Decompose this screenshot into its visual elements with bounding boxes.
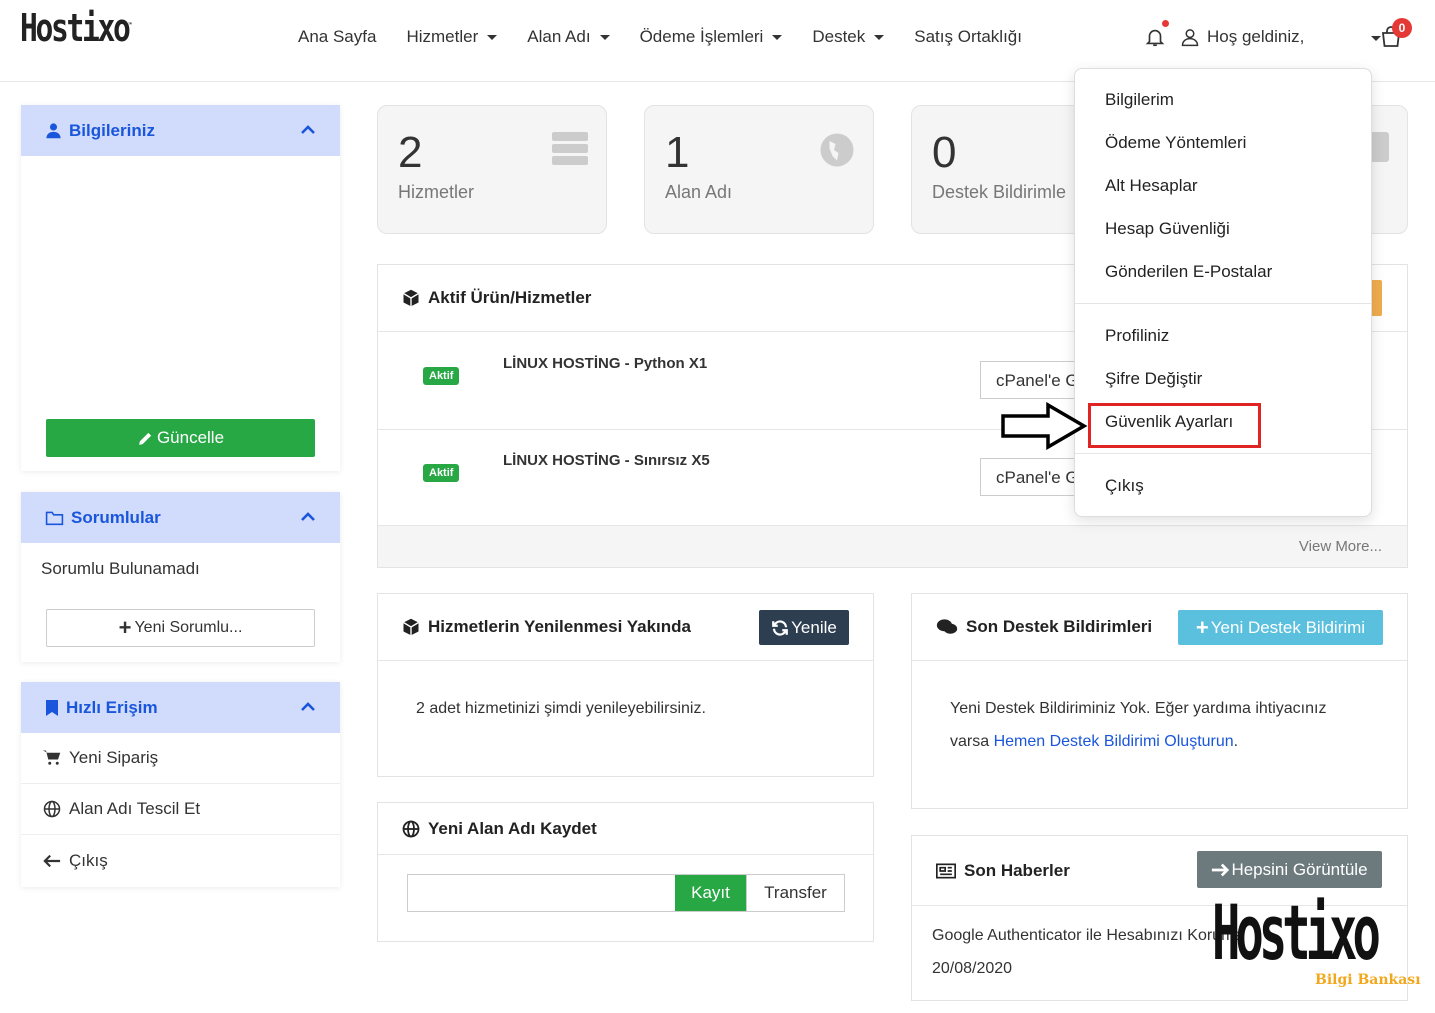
quick-access-panel: Hızlı Erişim Yeni Sipariş Alan Adı Tesci… [21, 682, 340, 887]
domain-input[interactable] [408, 875, 675, 911]
cart-count-badge: 0 [1392, 18, 1412, 38]
highlight-box [1088, 403, 1261, 448]
plus-icon: + [1195, 614, 1209, 640]
info-panel-title: Bilgileriniz [69, 120, 155, 140]
cube-icon [402, 289, 420, 307]
caret-down-icon [874, 34, 885, 40]
nav-item-services[interactable]: Hizmetler [406, 27, 498, 47]
quick-access-title: Hızlı Erişim [66, 697, 158, 717]
tickets-text: Yeni Destek Bildiriminiz Yok. Eğer yardı… [950, 700, 1327, 750]
stat-label: Alan Adı [665, 182, 733, 202]
tickets-box: Son Destek Bildirimleri + Yeni Destek Bil… [911, 593, 1408, 809]
caret-down-icon [599, 34, 610, 40]
newspaper-icon [936, 863, 956, 879]
nav-item-affiliate[interactable]: Satış Ortaklığı [914, 27, 1022, 47]
menu-divider [1075, 303, 1371, 304]
menu-item-sub-accounts[interactable]: Alt Hesaplar [1105, 176, 1198, 196]
bookmark-icon [45, 699, 59, 717]
domain-register-header: Yeni Alan Adı Kaydet [378, 803, 873, 855]
cube-icon [402, 618, 420, 636]
folder-icon [45, 510, 64, 526]
contacts-empty-text: Sorumlu Bulunamadı [41, 559, 200, 578]
new-contact-button[interactable]: + Yeni Sorumlu... [46, 609, 315, 647]
globe-icon [402, 820, 420, 838]
brand-logo[interactable]: Hostixo™ [20, 6, 132, 50]
nav-item-home[interactable]: Ana Sayfa [298, 27, 376, 47]
menu-divider [1075, 453, 1371, 454]
new-ticket-button[interactable]: + Yeni Destek Bildirimi [1178, 610, 1383, 645]
pencil-icon [139, 432, 152, 445]
caret-down-icon [772, 34, 783, 40]
chevron-up-icon[interactable] [300, 123, 316, 135]
user-icon [45, 122, 62, 139]
domain-register-box: Yeni Alan Adı Kaydet Kayıt Transfer [377, 802, 874, 942]
bell-icon[interactable] [1144, 26, 1166, 48]
globe-icon [820, 133, 854, 167]
globe-icon [43, 800, 61, 818]
domain-search-group: Kayıt Transfer [407, 874, 845, 912]
news-item-title[interactable]: Google Authenticator ile Hesabınızı Koru… [932, 919, 1243, 952]
info-panel: Bilgileriniz Güncelle [21, 105, 340, 471]
chevron-up-icon[interactable] [300, 700, 316, 712]
quick-item-new-order[interactable]: Yeni Sipariş [21, 733, 340, 784]
quick-item-logout[interactable]: Çıkış [21, 835, 340, 886]
user-menu-toggle[interactable]: Hoş geldiniz, [1180, 27, 1304, 47]
menu-item-profile[interactable]: Profiliniz [1105, 326, 1169, 346]
user-dropdown-menu: Bilgilerim Ödeme Yöntemleri Alt Hesaplar… [1074, 68, 1372, 517]
chevron-up-icon[interactable] [300, 510, 316, 522]
menu-item-change-password[interactable]: Şifre Değiştir [1105, 369, 1202, 389]
renewals-text: 2 adet hizmetinizi şimdi yenileyebilirsi… [416, 700, 706, 717]
menu-item-payment-methods[interactable]: Ödeme Yöntemleri [1105, 133, 1246, 153]
notification-dot [1162, 20, 1169, 27]
create-ticket-link[interactable]: Hemen Destek Bildirimi Oluşturun [994, 733, 1234, 750]
contacts-panel-header[interactable]: Sorumlular [21, 492, 340, 543]
welcome-text: Hoş geldiniz, [1207, 27, 1305, 46]
menu-item-sent-emails[interactable]: Gönderilen E-Postalar [1105, 262, 1272, 282]
cart-icon [43, 749, 61, 767]
menu-item-my-info[interactable]: Bilgilerim [1105, 90, 1174, 110]
contacts-panel: Sorumlular Sorumlu Bulunamadı + Yeni Soru… [21, 492, 340, 662]
register-domain-button[interactable]: Kayıt [675, 875, 746, 911]
transfer-domain-button[interactable]: Transfer [746, 875, 844, 911]
menu-item-logout[interactable]: Çıkış [1105, 476, 1144, 496]
pointer-arrow-icon [1001, 402, 1088, 450]
renewals-box: Hizmetlerin Yenilenmesi Yakında Yenile 2… [377, 593, 874, 777]
service-name[interactable]: LİNUX HOSTİNG - Python X1 [503, 355, 707, 372]
stat-value: 1 [665, 128, 690, 177]
contacts-panel-title: Sorumlular [71, 507, 161, 527]
caret-down-icon [487, 34, 498, 40]
nav-item-domains[interactable]: Alan Adı [527, 27, 610, 47]
quick-access-header[interactable]: Hızlı Erişim [21, 682, 340, 733]
stat-label: Destek Bildirimle [932, 182, 1067, 202]
user-icon [1181, 29, 1199, 47]
stat-value: 2 [398, 128, 423, 177]
view-all-news-button[interactable]: Hepsini Görüntüle [1197, 851, 1382, 888]
view-more-link[interactable]: View More... [378, 525, 1407, 567]
main-nav: Ana Sayfa Hizmetler Alan Adı Ödeme İşlem… [298, 27, 1052, 47]
refresh-icon [772, 619, 789, 636]
menu-item-account-security[interactable]: Hesap Güvenliği [1105, 219, 1230, 239]
watermark-subtitle: Bilgi Bankası [1315, 972, 1421, 988]
quick-item-register-domain[interactable]: Alan Adı Tescil Et [21, 784, 340, 835]
nav-item-billing[interactable]: Ödeme İşlemleri [640, 27, 783, 47]
server-icon [552, 132, 588, 165]
watermark-logo: Hostixo [1212, 888, 1381, 977]
service-name[interactable]: LİNUX HOSTİNG - Sınırsız X5 [503, 452, 710, 469]
comments-icon [936, 618, 958, 636]
arrow-right-icon [1212, 863, 1230, 876]
status-badge: Aktif [423, 464, 460, 482]
stat-label: Hizmetler [398, 182, 475, 202]
stat-card-services[interactable]: 2 Hizmetler [377, 105, 607, 234]
status-badge: Aktif [423, 367, 460, 385]
arrow-left-icon [43, 853, 61, 869]
stat-card-domains[interactable]: 1 Alan Adı [644, 105, 874, 234]
plus-icon: + [118, 615, 132, 640]
info-panel-header[interactable]: Bilgileriniz [21, 105, 340, 156]
news-item-date: 20/08/2020 [932, 960, 1013, 977]
stat-value: 0 [932, 128, 957, 177]
nav-item-support[interactable]: Destek [812, 27, 885, 47]
renew-button[interactable]: Yenile [759, 610, 849, 645]
update-button[interactable]: Güncelle [46, 419, 315, 457]
